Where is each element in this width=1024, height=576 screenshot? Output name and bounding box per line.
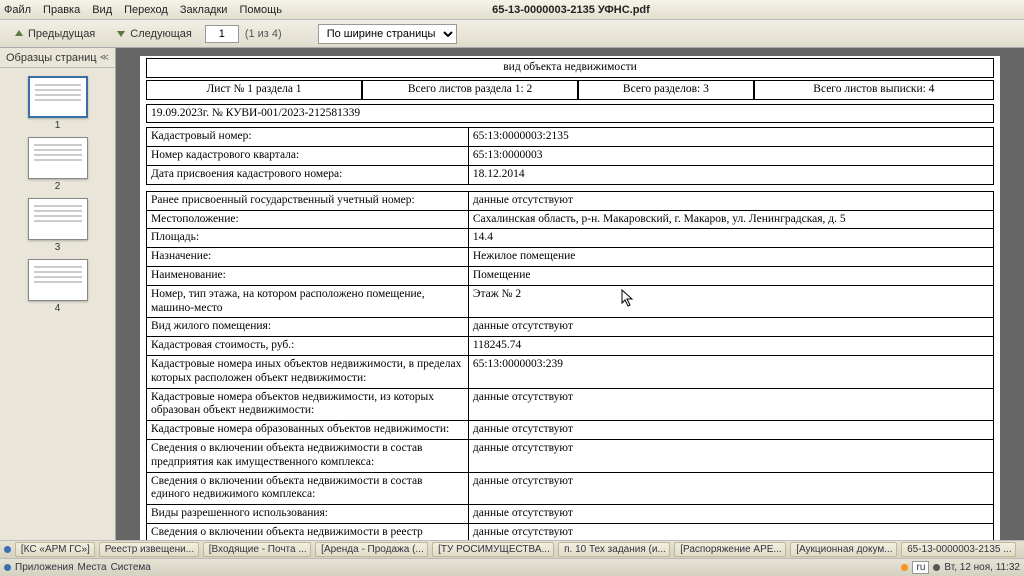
table-row: Площадь:14.4 (147, 229, 994, 248)
menu-places[interactable]: Места (78, 562, 107, 573)
menu-system[interactable]: Система (111, 562, 151, 573)
table-row: Номер, тип этажа, на котором расположено… (147, 285, 994, 318)
menu-applications[interactable]: Приложения (15, 562, 74, 573)
table-row: Кадастровые номера иных объектов недвижи… (147, 355, 994, 388)
table-row: Кадастровые номера объектов недвижимости… (147, 388, 994, 421)
thumbnail-label: 4 (0, 303, 115, 314)
thumbnail-label: 3 (0, 242, 115, 253)
table-row: Кадастровая стоимость, руб.:118245.74 (147, 337, 994, 356)
thumbnail-label: 2 (0, 181, 115, 192)
table-row: Сведения о включении объекта недвижимост… (147, 472, 994, 505)
toolbar: Предыдущая Следующая (1 из 4) По ширине … (0, 20, 1024, 48)
network-tray-icon[interactable] (933, 564, 940, 571)
object-type-header: вид объекта недвижимости (146, 58, 994, 78)
document-viewport[interactable]: вид объекта недвижимости Лист № 1 раздел… (116, 48, 1024, 540)
sidebar-collapse-icon[interactable]: ≪ (100, 52, 109, 63)
window-title: 65-13-0000003-2135 УФНС.pdf (492, 4, 650, 16)
cadastral-ids-table: Кадастровый номер:65:13:0000003:2135Номе… (146, 127, 994, 184)
arrow-up-icon (13, 28, 25, 40)
thumbnail-page-4[interactable] (28, 259, 88, 301)
start-orb-icon[interactable] (4, 546, 11, 553)
table-row: Наименование:Помещение (147, 266, 994, 285)
table-row: Местоположение:Сахалинская область, р-н.… (147, 210, 994, 229)
sidebar-title: Образцы страниц (6, 52, 97, 64)
pdf-page: вид объекта недвижимости Лист № 1 раздел… (140, 56, 1000, 540)
taskbar-window-button[interactable]: [Аренда - Продажа (... (315, 542, 428, 557)
thumbnail-page-1[interactable] (28, 76, 88, 118)
next-page-button[interactable]: Следующая (108, 25, 199, 43)
document-reference: 19.09.2023г. № КУВИ-001/2023-212581339 (146, 104, 994, 124)
table-row: Вид жилого помещения:данные отсутствуют (147, 318, 994, 337)
apps-icon[interactable] (4, 564, 11, 571)
arrow-down-icon (115, 28, 127, 40)
taskbar-window-button[interactable]: [Распоряжение АРЕ... (674, 542, 786, 557)
taskbar-window-button[interactable]: Реестр извещени... (99, 542, 199, 557)
table-row: Сведения о включении объекта недвижимост… (147, 439, 994, 472)
taskbar-window-button[interactable]: [ТУ РОСИМУЩЕСТВА... (432, 542, 554, 557)
menu-edit[interactable]: Правка (43, 4, 80, 16)
table-row: Номер кадастрового квартала:65:13:000000… (147, 147, 994, 166)
sheet-header-row: Лист № 1 раздела 1 Всего листов раздела … (146, 80, 994, 100)
taskbar-gnome: Приложения Места Система ru Вт, 12 ноя, … (0, 558, 1024, 576)
table-row: Кадастровые номера образованных объектов… (147, 421, 994, 440)
table-row: Назначение:Нежилое помещение (147, 248, 994, 267)
page-count-label: (1 из 4) (245, 28, 282, 40)
menu-bookmarks[interactable]: Закладки (180, 4, 228, 16)
ok-tray-icon[interactable] (901, 564, 908, 571)
table-row: Виды разрешенного использования:данные о… (147, 505, 994, 524)
thumbnail-page-3[interactable] (28, 198, 88, 240)
menubar: Файл Правка Вид Переход Закладки Помощь … (0, 0, 1024, 20)
taskbar-window-button[interactable]: [КС «АРМ ГС»] (15, 542, 95, 557)
menu-view[interactable]: Вид (92, 4, 112, 16)
taskbar-window-button[interactable]: 65-13-0000003-2135 ... (901, 542, 1016, 557)
clock[interactable]: Вт, 12 ноя, 11:32 (944, 562, 1020, 573)
thumbnail-label: 1 (0, 120, 115, 131)
keyboard-layout-indicator[interactable]: ru (912, 561, 929, 574)
menu-help[interactable]: Помощь (239, 4, 282, 16)
menu-go[interactable]: Переход (124, 4, 168, 16)
thumbnail-page-2[interactable] (28, 137, 88, 179)
menu-file[interactable]: Файл (4, 4, 31, 16)
taskbar-windows: [КС «АРМ ГС»] Реестр извещени... [Входящие… (0, 540, 1024, 558)
taskbar-window-button[interactable]: [Аукционная докум... (790, 542, 897, 557)
prev-page-button[interactable]: Предыдущая (6, 25, 102, 43)
table-row: Сведения о включении объекта недвижимост… (147, 523, 994, 540)
zoom-select[interactable]: По ширине страницы (318, 24, 457, 44)
property-details-table: Ранее присвоенный государственный учетны… (146, 191, 994, 540)
table-row: Кадастровый номер:65:13:0000003:2135 (147, 128, 994, 147)
taskbar-window-button[interactable]: [Входящие - Почта ... (203, 542, 311, 557)
table-row: Дата присвоения кадастрового номера:18.1… (147, 165, 994, 184)
page-number-input[interactable] (205, 25, 239, 43)
taskbar-window-button[interactable]: п. 10 Тех задания (и... (558, 542, 670, 557)
thumbnails-sidebar: Образцы страниц ≪ 1 2 3 4 (0, 48, 116, 540)
table-row: Ранее присвоенный государственный учетны… (147, 191, 994, 210)
